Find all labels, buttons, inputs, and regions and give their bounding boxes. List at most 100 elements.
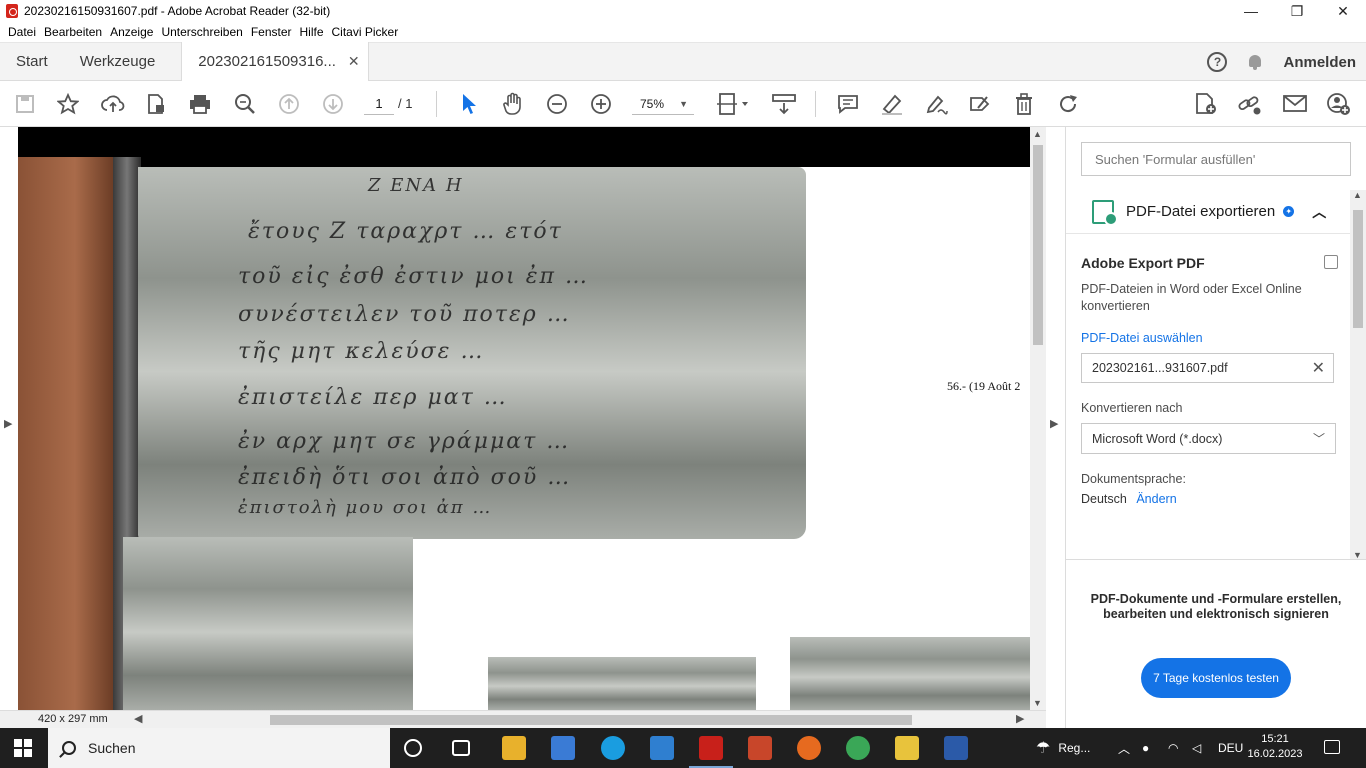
- firefox-icon[interactable]: [797, 736, 821, 760]
- change-language-link[interactable]: Ändern: [1136, 492, 1176, 506]
- taskbar-search-label: Suchen: [88, 740, 136, 756]
- save-icon[interactable]: [12, 91, 38, 117]
- scroll-down-arrow-icon[interactable]: ▼: [1033, 698, 1042, 708]
- scroll-right-arrow-icon[interactable]: ▶: [1016, 712, 1024, 725]
- network-error-icon[interactable]: ●: [1142, 728, 1149, 768]
- free-trial-button[interactable]: 7 Tage kostenlos testen: [1141, 658, 1291, 698]
- file-lock-icon[interactable]: [143, 91, 169, 117]
- page-number-input[interactable]: 1: [364, 93, 394, 115]
- chevron-down-icon: ▼: [679, 99, 688, 109]
- comment-icon[interactable]: [835, 91, 861, 117]
- close-window-button[interactable]: ✕: [1320, 0, 1366, 22]
- delete-trash-icon[interactable]: [1011, 91, 1037, 117]
- edge-browser-icon[interactable]: [601, 736, 625, 760]
- page-up-icon[interactable]: [276, 91, 302, 117]
- word-icon[interactable]: [944, 736, 968, 760]
- zoom-level-select[interactable]: 75% ▼: [632, 93, 694, 115]
- document-vertical-scrollbar[interactable]: ▲ ▼: [1030, 127, 1046, 710]
- maximize-button[interactable]: ❐: [1274, 0, 1320, 22]
- file-manager-icon[interactable]: [895, 736, 919, 760]
- microsoft-store-icon[interactable]: [551, 736, 575, 760]
- copy-icon[interactable]: [1324, 255, 1338, 269]
- file-explorer-icon[interactable]: [502, 736, 526, 760]
- menu-window[interactable]: Fenster: [247, 25, 296, 39]
- pane-divider: [1066, 559, 1366, 560]
- scroll-thumb[interactable]: [1353, 210, 1363, 328]
- notification-bell-icon[interactable]: [1247, 53, 1263, 71]
- scroll-mode-icon[interactable]: [771, 91, 797, 117]
- tools-pane-scrollbar[interactable]: ▲ ▼: [1350, 190, 1366, 560]
- export-pdf-title: PDF-Datei exportieren: [1126, 203, 1276, 220]
- page-caption: 56.- (19 Août 2: [947, 379, 1021, 393]
- share-link-icon[interactable]: [1237, 91, 1263, 117]
- tab-bar-right: ? Anmelden: [1207, 43, 1356, 81]
- selected-file-field[interactable]: 202302161...931607.pdf ✕: [1081, 353, 1334, 383]
- windows-start-icon[interactable]: [14, 739, 32, 757]
- weather-widget[interactable]: ☂ Reg...: [1036, 728, 1090, 768]
- sign-pen-icon[interactable]: [923, 91, 949, 117]
- menu-citavi-picker[interactable]: Citavi Picker: [328, 25, 403, 39]
- input-language[interactable]: DEU: [1218, 728, 1243, 768]
- rotate-icon[interactable]: [1055, 91, 1081, 117]
- scroll-up-arrow-icon[interactable]: ▲: [1353, 190, 1362, 200]
- papyrus-script-line: ἐπειδὴ ὅτι σοι ἀπὸ σοῦ …: [238, 465, 572, 490]
- bookmark-star-icon[interactable]: [55, 91, 81, 117]
- horizontal-scroll-thumb[interactable]: [270, 715, 912, 725]
- close-tab-icon[interactable]: ✕: [348, 53, 360, 70]
- chevron-up-icon[interactable]: ︿: [1312, 202, 1326, 222]
- tools-search-input[interactable]: Suchen 'Formular ausfüllen': [1081, 142, 1351, 176]
- menu-view[interactable]: Anzeige: [106, 25, 157, 39]
- search-zoom-icon[interactable]: [232, 91, 258, 117]
- scroll-thumb[interactable]: [1033, 145, 1043, 345]
- volume-icon[interactable]: ◁: [1192, 728, 1201, 768]
- edit-pdf-icon[interactable]: [967, 91, 993, 117]
- taskbar-search-box[interactable]: Suchen: [48, 728, 390, 768]
- signin-button[interactable]: Anmelden: [1283, 54, 1356, 71]
- tab-home[interactable]: Start: [0, 43, 64, 81]
- window-title: 20230216150931607.pdf - Adobe Acrobat Re…: [24, 4, 331, 18]
- wifi-icon[interactable]: ◠: [1168, 728, 1178, 768]
- papyrus-script-line: ἐπιστείλε περ ματ …: [238, 385, 508, 410]
- tray-chevron-icon[interactable]: ︿: [1118, 728, 1130, 768]
- right-pane-toggle[interactable]: ▶: [1046, 127, 1066, 728]
- page-down-icon[interactable]: [320, 91, 346, 117]
- clear-file-icon[interactable]: ✕: [1312, 358, 1325, 378]
- help-icon[interactable]: ?: [1207, 52, 1228, 72]
- cortana-icon[interactable]: [404, 739, 422, 757]
- hand-tool-icon[interactable]: [500, 91, 526, 117]
- mail-icon[interactable]: [650, 736, 674, 760]
- highlight-pen-icon[interactable]: [879, 91, 905, 117]
- select-cursor-icon[interactable]: [456, 91, 482, 117]
- scroll-left-arrow-icon[interactable]: ◀: [134, 712, 142, 725]
- papyrus-script-line: τοῦ εἰς ἐσθ ἐστιν μοι ἐπ …: [238, 264, 589, 289]
- powerpoint-icon[interactable]: [748, 736, 772, 760]
- document-language-label: Dokumentsprache:: [1081, 472, 1186, 486]
- print-icon[interactable]: [187, 91, 213, 117]
- email-icon[interactable]: [1282, 91, 1308, 117]
- convert-format-select[interactable]: Microsoft Word (*.docx) ﹀: [1081, 423, 1336, 454]
- minimize-button[interactable]: —: [1228, 0, 1274, 22]
- convert-to-label: Konvertieren nach: [1081, 401, 1183, 415]
- page-fit-icon[interactable]: [716, 91, 752, 117]
- acrobat-taskbar-icon[interactable]: [689, 736, 733, 768]
- tab-tools[interactable]: Werkzeuge: [64, 43, 172, 81]
- tab-document[interactable]: 202302161509316... ✕: [181, 42, 369, 81]
- user-share-icon[interactable]: [1326, 91, 1352, 117]
- create-pdf-icon[interactable]: [1193, 91, 1219, 117]
- zoom-in-icon[interactable]: [588, 91, 614, 117]
- menu-help[interactable]: Hilfe: [296, 25, 328, 39]
- notification-center-icon[interactable]: [1324, 740, 1340, 754]
- system-clock[interactable]: 15:21 16.02.2023: [1245, 732, 1305, 762]
- papyrus-script-line: ἔτους Ζ ταραχρτ … ετότ: [248, 219, 563, 244]
- select-file-link[interactable]: PDF-Datei auswählen: [1081, 331, 1336, 345]
- task-view-icon[interactable]: [452, 740, 470, 756]
- menu-file[interactable]: Datei: [4, 25, 40, 39]
- menu-edit[interactable]: Bearbeiten: [40, 25, 106, 39]
- zoom-out-icon[interactable]: [544, 91, 570, 117]
- left-pane-toggle[interactable]: ▶: [0, 127, 18, 710]
- chrome-icon[interactable]: [846, 736, 870, 760]
- upload-cloud-icon[interactable]: [100, 91, 126, 117]
- menu-sign[interactable]: Unterschreiben: [157, 25, 246, 39]
- export-pdf-header[interactable]: PDF-Datei exportieren ✦ ︿: [1066, 190, 1350, 234]
- scroll-up-arrow-icon[interactable]: ▲: [1033, 129, 1042, 139]
